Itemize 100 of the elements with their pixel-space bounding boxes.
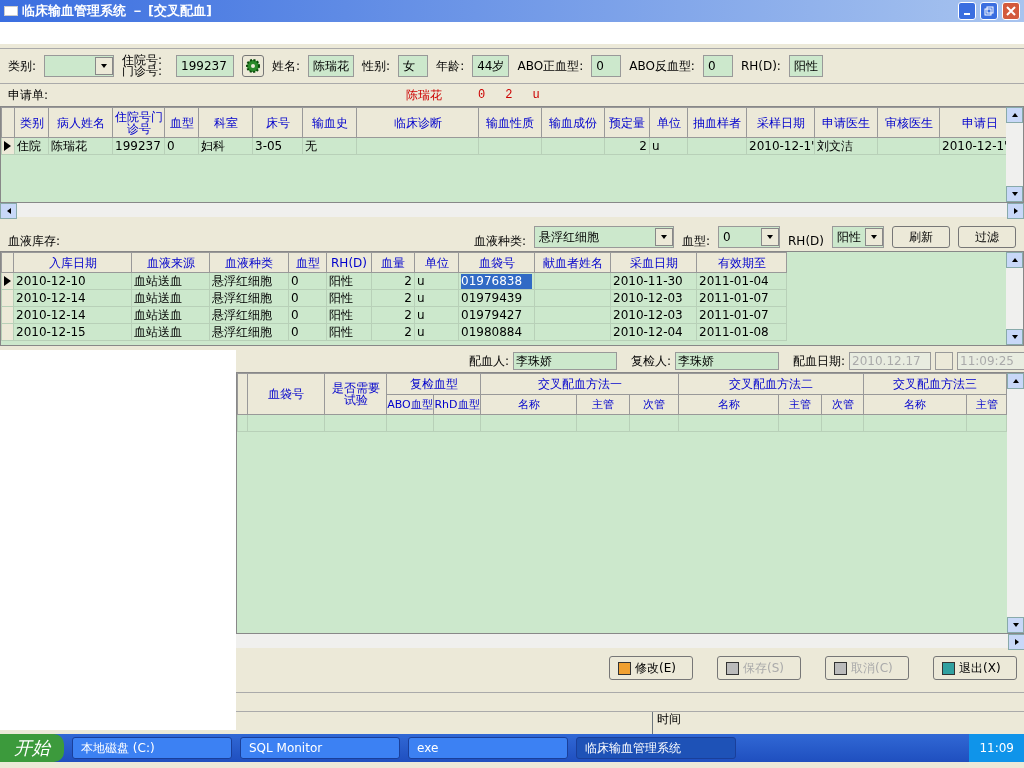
- filter-button[interactable]: 过滤: [958, 226, 1016, 248]
- table-cell: 2: [404, 307, 412, 322]
- taskbar-item[interactable]: SQL Monitor: [240, 737, 400, 759]
- taskbar-item[interactable]: exe: [408, 737, 568, 759]
- column-header[interactable]: 输血性质: [478, 107, 542, 138]
- column-header[interactable]: 抽血样者: [687, 107, 747, 138]
- column-header[interactable]: 交叉配血方法三: [863, 373, 1007, 395]
- scroll-down-button[interactable]: [1007, 617, 1024, 633]
- column-header[interactable]: 献血者姓名: [534, 252, 611, 273]
- column-header[interactable]: 血量: [371, 252, 415, 273]
- text-field[interactable]: 陈瑞花: [308, 55, 355, 77]
- column-header[interactable]: 血型: [164, 107, 199, 138]
- arrow-up-icon: [1011, 377, 1020, 385]
- column-header[interactable]: 有效期至: [696, 252, 787, 273]
- table-cell: 0: [291, 290, 299, 305]
- table-cell: u: [417, 307, 425, 322]
- minimize-button[interactable]: [958, 2, 976, 20]
- table-cell: u: [417, 324, 425, 339]
- text-field[interactable]: 女: [398, 55, 429, 77]
- select-value: 阳性: [836, 229, 862, 245]
- table-cell: 2: [404, 290, 412, 305]
- close-button[interactable]: [1002, 2, 1020, 20]
- action-button[interactable]: 退出(X): [933, 656, 1018, 680]
- column-header[interactable]: 输血成份: [541, 107, 605, 138]
- column-header[interactable]: RH(D): [326, 252, 372, 273]
- column-header[interactable]: 临床诊断: [356, 107, 479, 138]
- scroll-right-button[interactable]: [1007, 203, 1024, 219]
- column-header[interactable]: 输血史: [302, 107, 357, 138]
- column-header[interactable]: 采样日期: [746, 107, 815, 138]
- table-cell: 2011-01-07: [699, 290, 769, 305]
- table-cell: 2010-12-04: [613, 324, 683, 339]
- column-header[interactable]: 入库日期: [13, 252, 132, 273]
- text-field: 2010.12.17: [849, 352, 932, 370]
- field-label: 类别:: [8, 58, 37, 74]
- square-icon: [942, 661, 956, 675]
- scroll-down-button[interactable]: [1006, 186, 1023, 202]
- table-cell: 阳性: [329, 290, 353, 305]
- scroll-up-button[interactable]: [1006, 107, 1023, 123]
- table-cell: 2010-12-03: [613, 290, 683, 305]
- column-header[interactable]: 申请医生: [814, 107, 878, 138]
- column-header[interactable]: 住院号门诊号: [112, 107, 165, 138]
- column-header[interactable]: 交叉配血方法一: [480, 373, 679, 395]
- scroll-left-button[interactable]: [0, 203, 17, 219]
- column-header[interactable]: 采血日期: [610, 252, 697, 273]
- text-field[interactable]: 0: [591, 55, 622, 77]
- column-header[interactable]: 是否需要试验: [324, 373, 387, 415]
- restore-button[interactable]: [980, 2, 998, 20]
- taskbar-item[interactable]: 本地磁盘 (C:): [72, 737, 232, 759]
- summary-text: 2: [505, 87, 513, 103]
- text-field[interactable]: 阳性: [788, 55, 823, 77]
- column-header[interactable]: 审核医生: [877, 107, 940, 138]
- select-value: 0: [722, 229, 732, 245]
- column-header[interactable]: 单位: [414, 252, 459, 273]
- column-header[interactable]: 单位: [649, 107, 688, 138]
- lookup-button[interactable]: [242, 55, 265, 77]
- column-header[interactable]: 交叉配血方法二: [678, 373, 864, 395]
- select-field[interactable]: 阳性: [832, 226, 884, 248]
- column-header[interactable]: 血液来源: [131, 252, 210, 273]
- column-header[interactable]: 申请日: [939, 107, 1006, 138]
- scroll-up-button[interactable]: [1007, 373, 1024, 389]
- table-cell: 0: [291, 324, 299, 339]
- text-field[interactable]: 李珠娇: [675, 352, 779, 370]
- text-field[interactable]: 199237: [176, 55, 235, 77]
- column-header[interactable]: 科室: [198, 107, 253, 138]
- select-field[interactable]: [44, 55, 115, 77]
- table-cell: 0: [291, 307, 299, 322]
- field-label: 血液种类:: [473, 233, 526, 248]
- column-header[interactable]: 血液种类: [209, 252, 289, 273]
- column-header[interactable]: 类别: [14, 107, 49, 138]
- column-header[interactable]: 病人姓名: [48, 107, 113, 138]
- table-cell: u: [417, 273, 425, 288]
- field-label: 姓名:: [272, 58, 301, 74]
- table-cell: 刘文洁: [817, 138, 853, 153]
- taskbar-item[interactable]: 临床输血管理系统: [576, 737, 736, 759]
- row-header[interactable]: [1, 137, 15, 155]
- select-field[interactable]: 0: [718, 226, 781, 248]
- column-header[interactable]: 床号: [252, 107, 303, 138]
- text-field: 11:09:25: [957, 352, 1024, 370]
- refresh-button[interactable]: 刷新: [892, 226, 950, 248]
- scroll-right-button[interactable]: [1008, 634, 1024, 650]
- field-label: RH(D): [788, 233, 824, 248]
- table-cell: 血站送血: [134, 307, 182, 322]
- action-button[interactable]: 修改(E): [609, 656, 694, 680]
- text-field[interactable]: 0: [702, 55, 733, 77]
- dropdown-icon: [766, 233, 775, 241]
- column-header[interactable]: 复检血型: [386, 373, 481, 395]
- table-cell: 01979427: [461, 307, 523, 322]
- column-header[interactable]: 血型: [288, 252, 327, 273]
- start-button[interactable]: 开始: [0, 734, 64, 762]
- select-value: 悬浮红细胞: [538, 229, 600, 245]
- section-label: 血液库存:: [8, 233, 61, 248]
- column-header[interactable]: 血袋号: [458, 252, 535, 273]
- column-header[interactable]: 血袋号: [247, 373, 325, 415]
- select-field[interactable]: 悬浮红细胞: [534, 226, 674, 248]
- scroll-up-button[interactable]: [1006, 252, 1023, 268]
- text-field[interactable]: 李珠娇: [512, 352, 617, 370]
- text-field[interactable]: 44岁: [472, 55, 510, 77]
- dropdown-icon: [870, 233, 878, 241]
- scroll-down-button[interactable]: [1006, 329, 1023, 345]
- column-header[interactable]: 预定量: [604, 107, 650, 138]
